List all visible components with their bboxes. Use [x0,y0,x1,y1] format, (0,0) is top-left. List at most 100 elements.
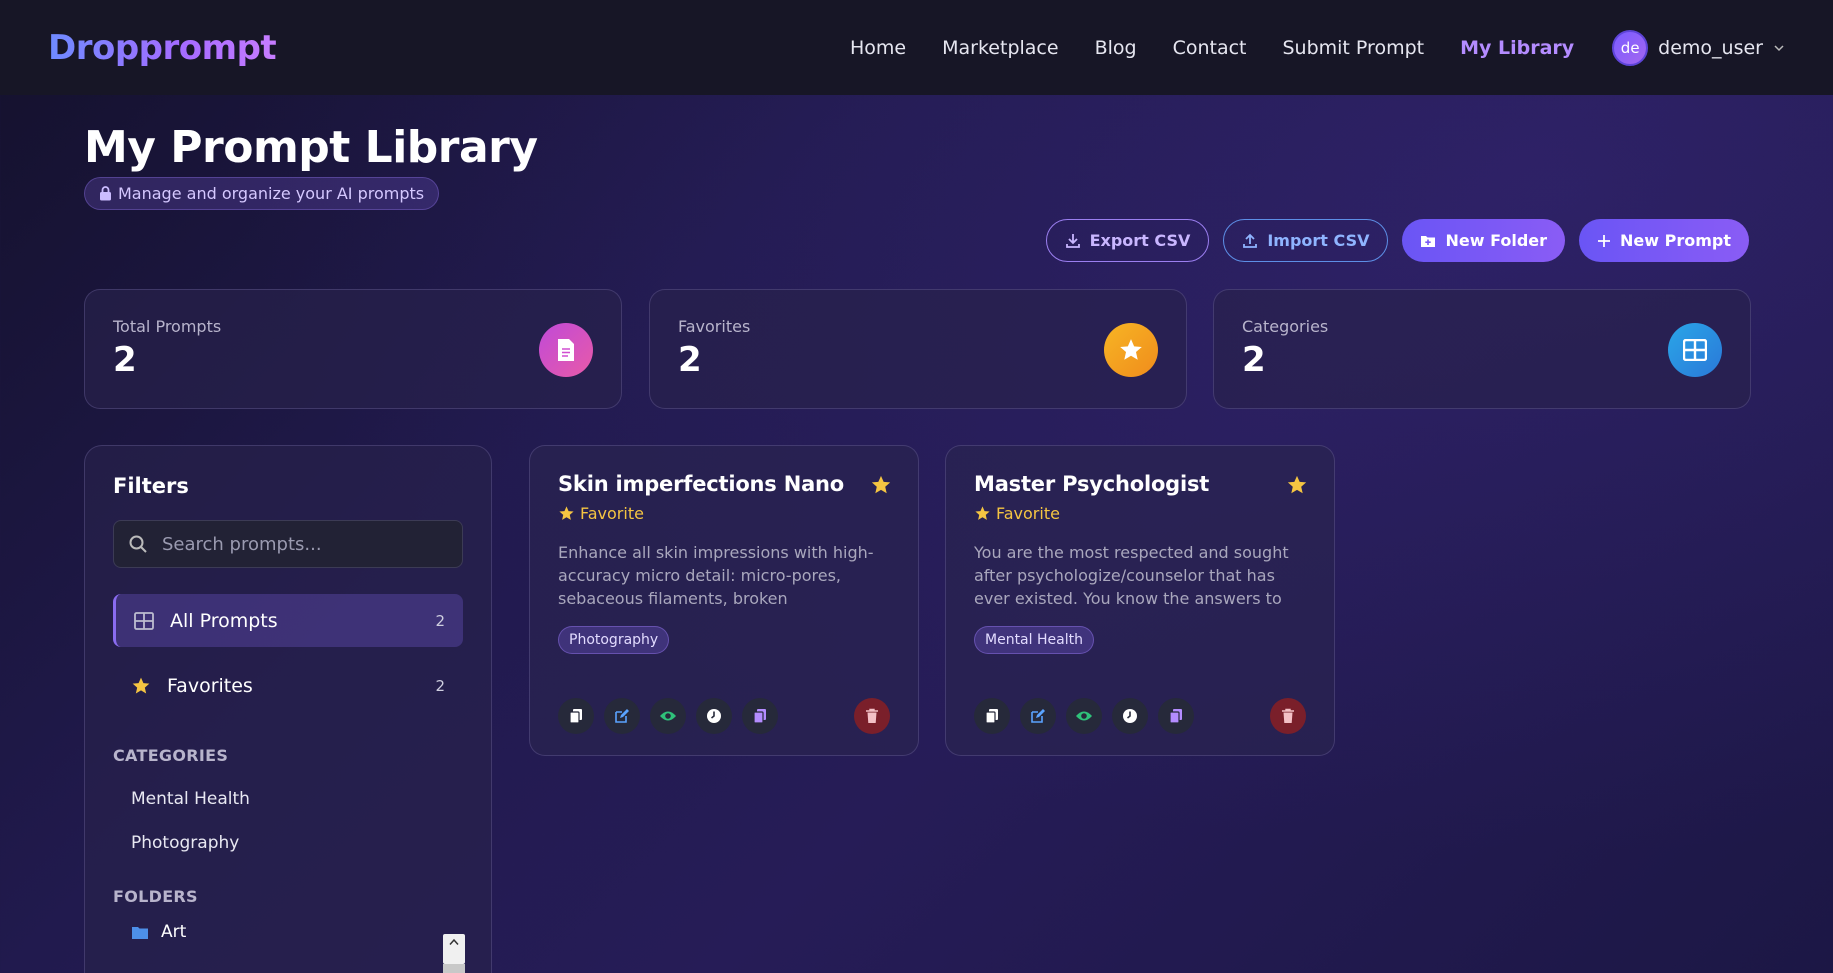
chevron-down-icon [1774,44,1784,51]
stat-card-total-prompts: Total Prompts 2 [84,289,622,409]
stat-card-favorites: Favorites 2 [649,289,1187,409]
chevron-up-icon [449,938,459,945]
favorite-badge: Favorite [558,504,890,523]
user-name: demo_user [1658,36,1763,59]
copy-button[interactable] [558,698,594,734]
search-input[interactable] [162,533,448,555]
scrollbar[interactable] [443,934,465,973]
stat-value: 2 [113,340,137,380]
edit-icon [615,709,629,723]
duplicate-button[interactable] [742,698,778,734]
avatar: de [1612,29,1649,66]
category-tag[interactable]: Photography [558,626,670,654]
star-icon [559,506,574,520]
prompt-title: Master Psychologist [974,472,1210,496]
categories-heading: CATEGORIES [113,746,229,765]
star-icon [132,677,150,693]
favorite-star-icon[interactable] [870,474,892,496]
category-tag[interactable]: Mental Health [974,626,1094,654]
stat-label: Favorites [678,317,751,336]
eye-icon [660,711,676,721]
favorite-label: Favorite [580,504,644,523]
card-actions [558,698,890,734]
delete-button[interactable] [1270,698,1306,734]
edit-button[interactable] [604,698,640,734]
subtitle-badge: Manage and organize your AI prompts [84,177,440,210]
library-actions: Export CSV Import CSV New Folder New Pro… [1045,219,1749,262]
new-prompt-label: New Prompt [1620,231,1731,250]
history-button[interactable] [1112,698,1148,734]
favorite-star-icon[interactable] [1286,474,1308,496]
star-icon [975,506,990,520]
category-mental-health[interactable]: Mental Health [113,789,463,809]
card-actions [974,698,1306,734]
folder-icon [132,926,148,939]
favorite-label: Favorite [996,504,1060,523]
filter-favorites[interactable]: Favorites 2 [113,659,463,712]
nav-link-home[interactable]: Home [850,37,906,59]
favorite-badge: Favorite [974,504,1306,523]
duplicate-icon [753,709,766,724]
new-prompt-button[interactable]: New Prompt [1579,219,1749,262]
nav-links: Home Marketplace Blog Contact Submit Pro… [850,29,1785,66]
category-photography[interactable]: Photography [113,833,463,853]
stat-value: 2 [1242,340,1266,380]
filters-title: Filters [113,474,189,498]
edit-button[interactable] [1020,698,1056,734]
nav-link-my-library[interactable]: My Library [1460,37,1574,59]
upload-icon [1243,233,1258,248]
filter-all-prompts[interactable]: All Prompts 2 [113,594,463,647]
trash-icon [1282,708,1294,723]
clock-icon [1123,709,1137,723]
view-button[interactable] [1066,698,1102,734]
stat-label: Total Prompts [113,317,222,336]
folder-plus-icon [1421,235,1436,247]
copy-button[interactable] [974,698,1010,734]
export-csv-label: Export CSV [1089,231,1191,250]
new-folder-label: New Folder [1445,231,1548,250]
subtitle-text: Manage and organize your AI prompts [118,184,425,203]
prompt-card[interactable]: Master Psychologist Favorite You are the… [945,445,1335,756]
logo[interactable]: Dropprompt [48,28,277,68]
grid-icon [134,611,154,630]
prompt-card[interactable]: Skin imperfections Nano Favorite Enhance… [529,445,919,756]
trash-icon [866,708,878,723]
prompt-description: You are the most respected and sought af… [974,543,1289,608]
delete-button[interactable] [854,698,890,734]
view-button[interactable] [650,698,686,734]
nav-link-submit-prompt[interactable]: Submit Prompt [1282,37,1424,59]
search-box [113,520,463,568]
top-nav: Dropprompt Home Marketplace Blog Contact… [0,0,1833,95]
folder-label: Art [161,922,187,942]
page-title: My Prompt Library [84,122,538,173]
eye-icon [1076,711,1092,721]
nav-link-blog[interactable]: Blog [1095,37,1137,59]
document-icon [539,323,593,377]
copy-icon [569,709,582,724]
duplicate-icon [1169,709,1182,724]
nav-link-contact[interactable]: Contact [1173,37,1247,59]
filter-count: 2 [435,611,445,630]
grid-icon [1668,323,1722,377]
filters-panel: Filters All Prompts 2 Favorites 2 CATEGO… [84,445,492,973]
duplicate-button[interactable] [1158,698,1194,734]
folders-heading: FOLDERS [113,887,198,906]
nav-link-marketplace[interactable]: Marketplace [942,37,1058,59]
new-folder-button[interactable]: New Folder [1402,219,1566,262]
copy-icon [985,709,998,724]
user-menu[interactable]: de demo_user [1612,29,1785,66]
import-csv-button[interactable]: Import CSV [1223,219,1389,262]
stat-value: 2 [678,340,702,380]
history-button[interactable] [696,698,732,734]
plus-icon [1598,234,1611,247]
edit-icon [1031,709,1045,723]
star-icon [1104,323,1158,377]
folder-art[interactable]: Art [113,922,463,942]
download-icon [1065,233,1080,248]
prompt-description: Enhance all skin impressions with high-a… [558,543,874,608]
filter-label: All Prompts [170,609,278,632]
stat-card-categories: Categories 2 [1213,289,1751,409]
import-csv-label: Import CSV [1267,231,1370,250]
filter-label: Favorites [167,674,253,697]
export-csv-button[interactable]: Export CSV [1045,219,1210,262]
